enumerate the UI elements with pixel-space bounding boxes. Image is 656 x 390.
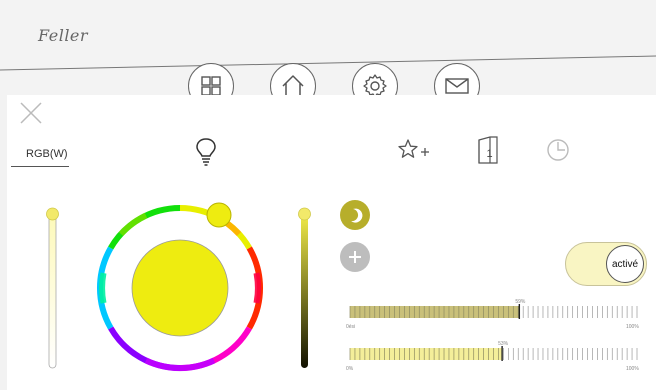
palette-mode-button[interactable]: [340, 200, 370, 230]
crescent-icon: [351, 208, 363, 223]
mode-underline: [11, 166, 69, 167]
color-wheel-thumb: [206, 202, 232, 228]
slider-min-label: 0%: [346, 366, 354, 372]
star-plus-icon: [398, 139, 429, 158]
grid-icon: [201, 76, 221, 96]
slider-fill: [350, 306, 520, 318]
white-level-thumb: [46, 207, 59, 221]
add-color-button[interactable]: [340, 242, 370, 272]
slider-fill: [350, 348, 503, 360]
bulb-button[interactable]: [193, 136, 219, 168]
slider-min-label: 0ési: [346, 324, 355, 330]
selected-color-preview: [131, 239, 229, 337]
slider-max-label: 100%: [626, 366, 639, 372]
toggle-label: activé: [611, 258, 639, 270]
brightness-slider[interactable]: [296, 204, 314, 372]
bulb-icon: [196, 138, 216, 166]
slider-level[interactable]: 53% 0% 100%: [346, 341, 639, 372]
envelope-icon: [445, 78, 469, 94]
plus-icon: [349, 251, 361, 263]
mode-label[interactable]: RGB(W): [26, 148, 68, 160]
close-icon[interactable]: [18, 100, 44, 126]
toggle-knob: activé: [606, 245, 644, 283]
slider-value-label: 53%: [498, 341, 509, 347]
tick-sliders: 59% 0ési 100% 53% 0% 100%: [346, 299, 639, 372]
slider-value-label: 59%: [515, 299, 526, 305]
brightness-thumb: [298, 207, 311, 221]
clock-icon: [547, 139, 569, 161]
favorite-add-button[interactable]: [396, 136, 434, 164]
scene-number: 1: [487, 148, 493, 160]
white-level-slider[interactable]: [44, 204, 62, 372]
nav-divider: [0, 55, 656, 71]
color-wheel[interactable]: [90, 198, 270, 378]
activation-toggle[interactable]: activé: [565, 242, 647, 286]
slider-speed[interactable]: 59% 0ési 100%: [346, 299, 639, 330]
timer-button[interactable]: [544, 136, 572, 164]
door-1-icon: 1: [478, 136, 498, 164]
scene-button[interactable]: 1: [475, 134, 501, 166]
slider-max-label: 100%: [626, 324, 639, 330]
